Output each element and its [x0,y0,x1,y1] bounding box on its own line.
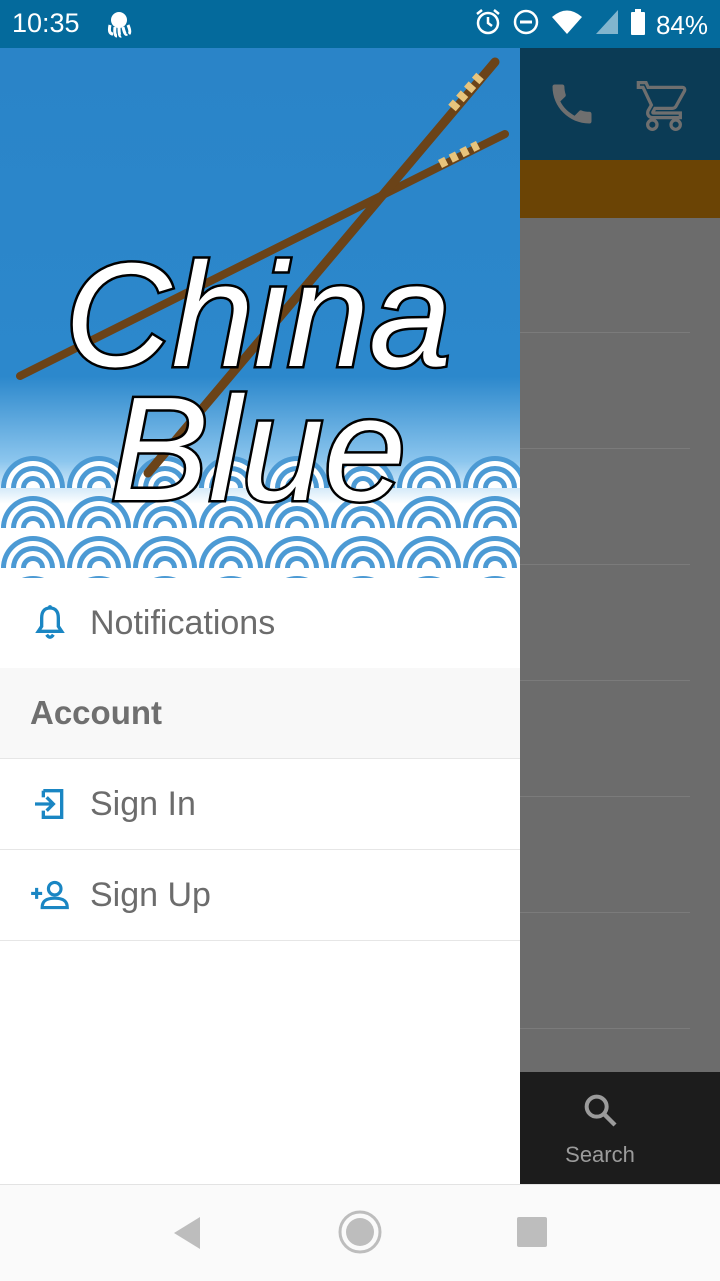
china-blue-logo: China Blue [0,48,520,578]
search-icon[interactable] [580,1090,620,1135]
list-divider [520,912,690,913]
drawer-header: China Blue [0,48,520,578]
list-divider [520,564,690,565]
account-section-header: Account [0,668,520,759]
alarm-icon [474,8,502,43]
drawer-item-label: Sign Up [90,876,211,914]
background-app: Search [520,48,720,1184]
wifi-icon [550,8,584,43]
recents-icon[interactable] [516,1216,548,1253]
back-icon[interactable] [170,1215,204,1256]
navigation-drawer: China Blue Notifications Account Sign In… [0,48,520,1184]
drawer-item-notifications[interactable]: Notifications [0,578,520,669]
cart-icon[interactable] [636,78,692,139]
drawer-item-sign-up[interactable]: Sign Up [0,850,520,941]
octopus-icon [105,10,133,43]
battery-percent: 84% [655,10,708,40]
bottom-nav: Search [520,1072,720,1184]
sign-in-icon [28,784,72,824]
list-divider [520,680,690,681]
add-user-icon [28,875,72,915]
battery-icon [630,8,646,43]
drawer-item-sign-in[interactable]: Sign In [0,759,520,850]
search-tab-label[interactable]: Search [520,1142,680,1168]
list-divider [520,796,690,797]
list-divider [520,448,690,449]
home-icon[interactable] [337,1209,383,1260]
phone-icon[interactable] [546,78,598,135]
drawer-item-label: Sign In [90,785,196,823]
section-title: Account [30,694,162,731]
system-nav-bar [0,1184,720,1281]
logo-line-2: Blue [110,367,406,532]
cell-signal-icon [594,8,620,43]
app-bar [520,48,720,160]
list-divider [520,1028,690,1029]
do-not-disturb-icon [512,8,540,43]
drawer-item-label: Notifications [90,604,276,642]
status-bar: 10:35 84% [0,0,720,48]
category-band [520,160,720,218]
bell-icon [28,603,72,643]
list-divider [520,332,690,333]
status-time: 10:35 [12,8,80,38]
